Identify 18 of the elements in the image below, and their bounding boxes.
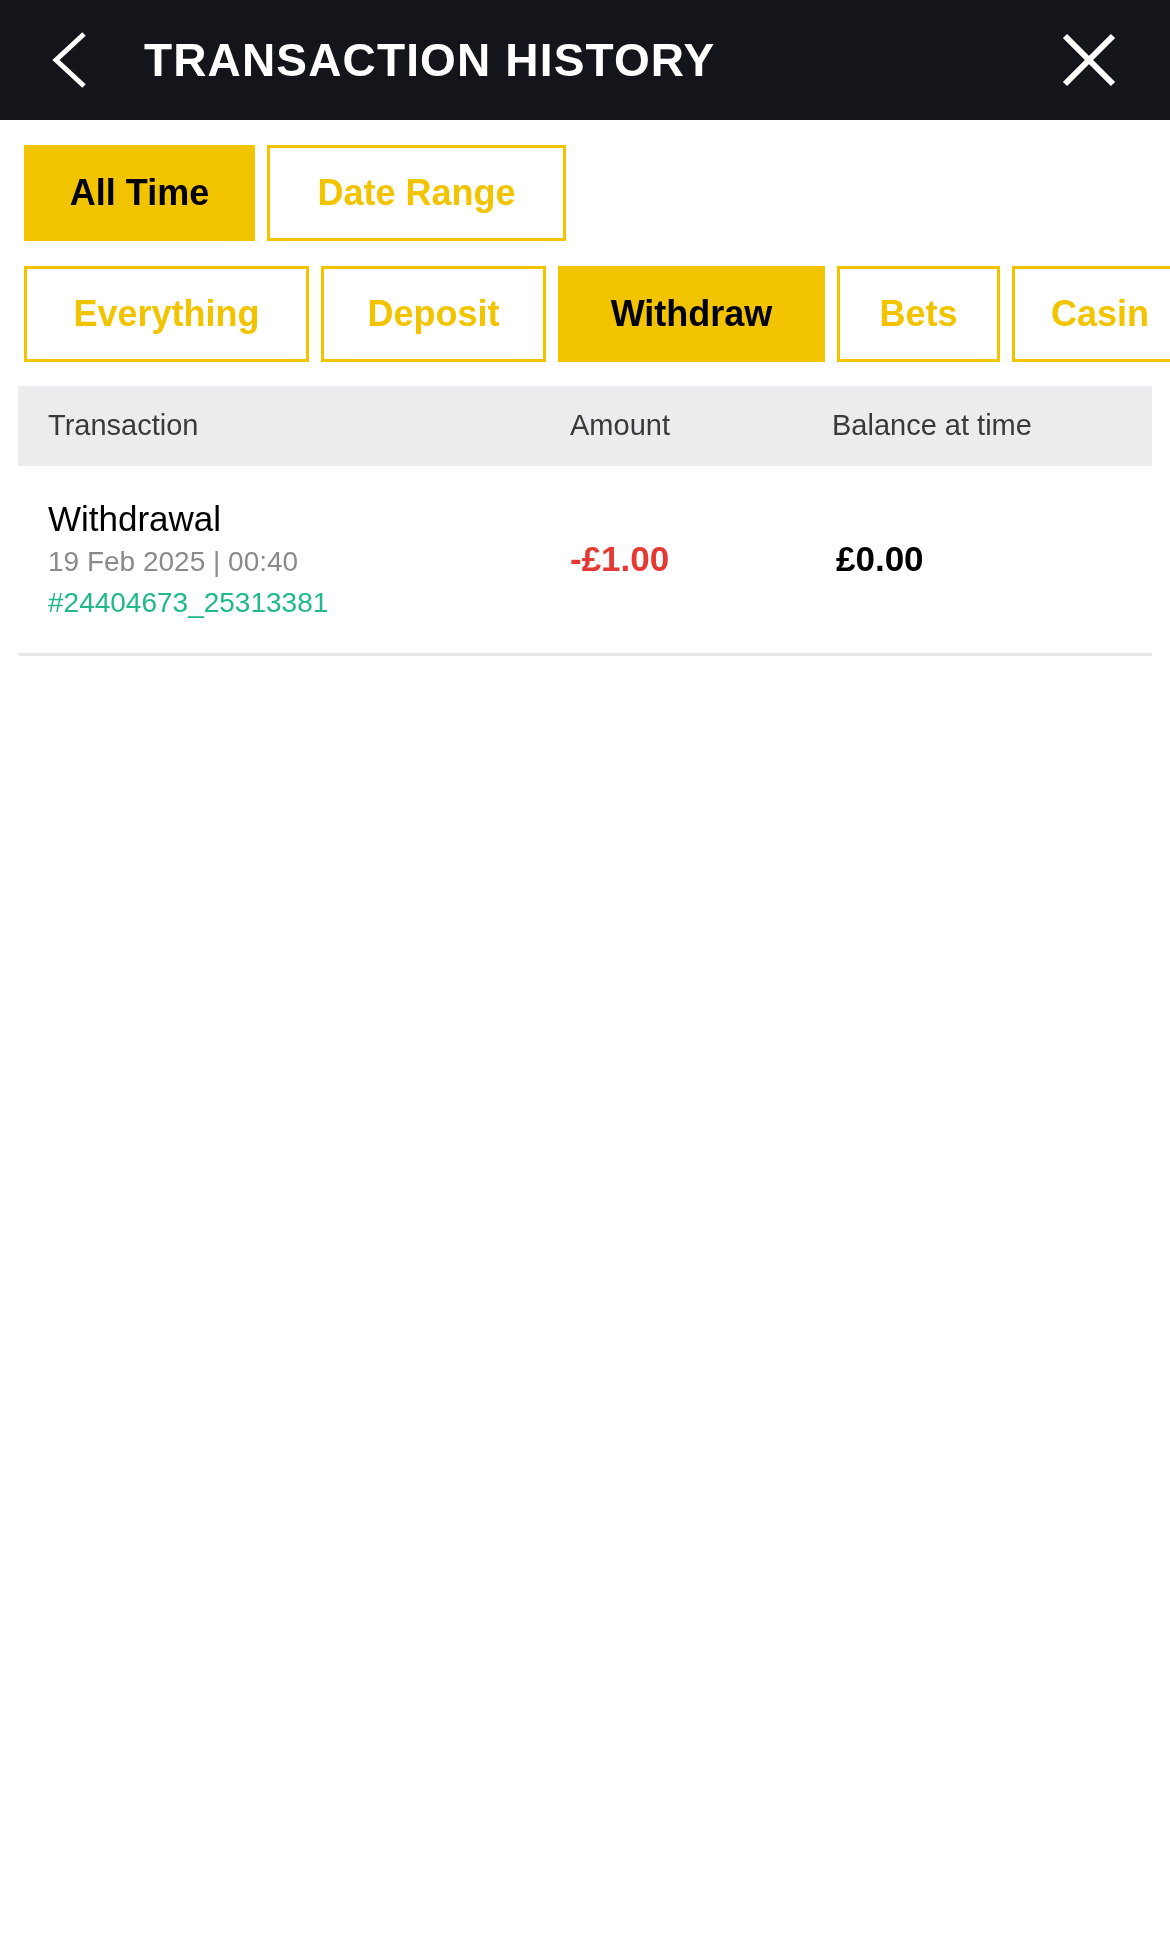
column-header: Transaction — [48, 409, 199, 442]
filter-tab[interactable]: Deposit — [321, 266, 546, 362]
transaction-reference: #24404673_25313381 — [48, 585, 330, 620]
transaction-type: Withdrawal — [48, 497, 223, 540]
balance-amount: £0.00 — [835, 539, 924, 579]
filter-tab[interactable]: Withdraw — [558, 266, 825, 362]
filter-tab[interactable]: Casin — [1012, 266, 1170, 362]
filter-tab[interactable]: Date Range — [267, 145, 566, 241]
filter-tab[interactable]: Everything — [24, 266, 309, 362]
close-icon[interactable] — [1062, 33, 1116, 87]
column-header: Balance at time — [832, 409, 1032, 442]
back-icon[interactable] — [52, 32, 88, 88]
filter-tab[interactable]: Bets — [837, 266, 1000, 362]
page-title: TRANSACTION HISTORY — [144, 32, 716, 88]
transaction-amount: -£1.00 — [570, 539, 670, 579]
filter-tab[interactable]: All Time — [24, 145, 255, 241]
transaction-date: 19 Feb 2025 | 00:40 — [48, 544, 300, 579]
column-header: Amount — [570, 409, 670, 442]
